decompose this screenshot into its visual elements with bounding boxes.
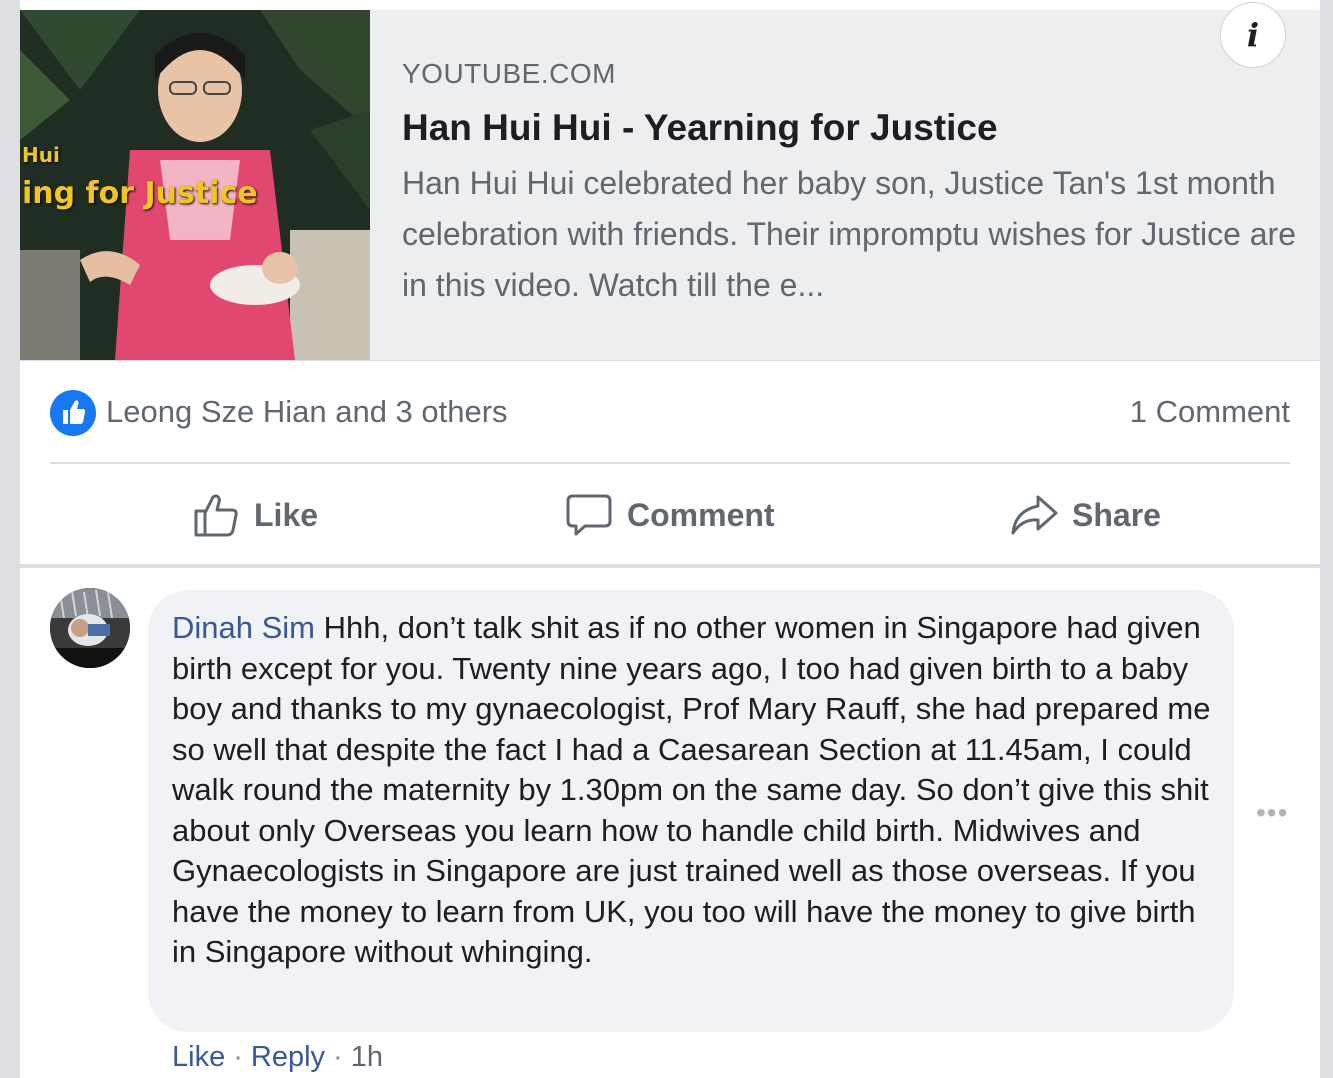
comment-text: Hhh, don’t talk shit as if no other wome… bbox=[172, 610, 1211, 969]
info-icon[interactable]: i bbox=[1220, 2, 1286, 68]
share-arrow-icon bbox=[1011, 495, 1058, 535]
avatar[interactable] bbox=[50, 588, 130, 668]
thumbs-up-icon bbox=[194, 494, 238, 537]
link-preview[interactable]: Hui ing for Justice YOUTUBE.COM Han Hui … bbox=[20, 2, 1320, 361]
comment-reply-link[interactable]: Reply bbox=[251, 1041, 325, 1073]
share-button[interactable]: Share bbox=[1010, 490, 1161, 540]
thumbnail-overlay-text: Hui ing for Justice bbox=[22, 142, 258, 214]
comment-button[interactable]: Comment bbox=[565, 490, 775, 540]
comment-author[interactable]: Dinah Sim bbox=[172, 610, 315, 645]
comment-label: Comment bbox=[627, 496, 775, 533]
like-label: Like bbox=[254, 496, 319, 533]
more-options-icon[interactable]: ••• bbox=[1256, 798, 1296, 828]
comment-timestamp: 1h bbox=[350, 1041, 383, 1073]
share-label: Share bbox=[1072, 496, 1161, 533]
meta-separator: · bbox=[233, 1041, 243, 1073]
comment-body: Dinah Sim Hhh, don’t talk shit as if no … bbox=[172, 608, 1222, 973]
divider bbox=[50, 462, 1290, 464]
preview-text: YOUTUBE.COM Han Hui Hui - Yearning for J… bbox=[402, 54, 1302, 311]
comment-icon bbox=[566, 494, 612, 536]
comment-meta: Like · Reply · 1h bbox=[172, 1038, 383, 1076]
overlay-line-2: ing for Justice bbox=[22, 176, 258, 211]
comment-like-link[interactable]: Like bbox=[172, 1041, 225, 1073]
post-card: Hui ing for Justice YOUTUBE.COM Han Hui … bbox=[20, 0, 1320, 1078]
video-thumbnail[interactable]: Hui ing for Justice bbox=[20, 10, 370, 360]
meta-separator: · bbox=[333, 1041, 343, 1073]
like-reaction-icon bbox=[50, 390, 96, 436]
reactions-row: Leong Sze Hian and 3 others 1 Comment bbox=[50, 388, 1290, 436]
preview-description: Han Hui Hui celebrated her baby son, Jus… bbox=[402, 165, 1296, 303]
like-button[interactable]: Like bbox=[192, 490, 318, 540]
comment-count[interactable]: 1 Comment bbox=[1130, 392, 1290, 432]
card-top-edge bbox=[20, 0, 1320, 10]
section-divider bbox=[20, 564, 1320, 568]
action-bar: Like Comment Share bbox=[20, 470, 1320, 560]
preview-domain: YOUTUBE.COM bbox=[402, 58, 616, 89]
comment-bubble: Dinah Sim Hhh, don’t talk shit as if no … bbox=[148, 590, 1234, 1032]
reactors-summary[interactable]: Leong Sze Hian and 3 others bbox=[106, 392, 508, 432]
preview-title[interactable]: Han Hui Hui - Yearning for Justice bbox=[402, 100, 1302, 156]
overlay-line-1: Hui bbox=[22, 143, 60, 167]
